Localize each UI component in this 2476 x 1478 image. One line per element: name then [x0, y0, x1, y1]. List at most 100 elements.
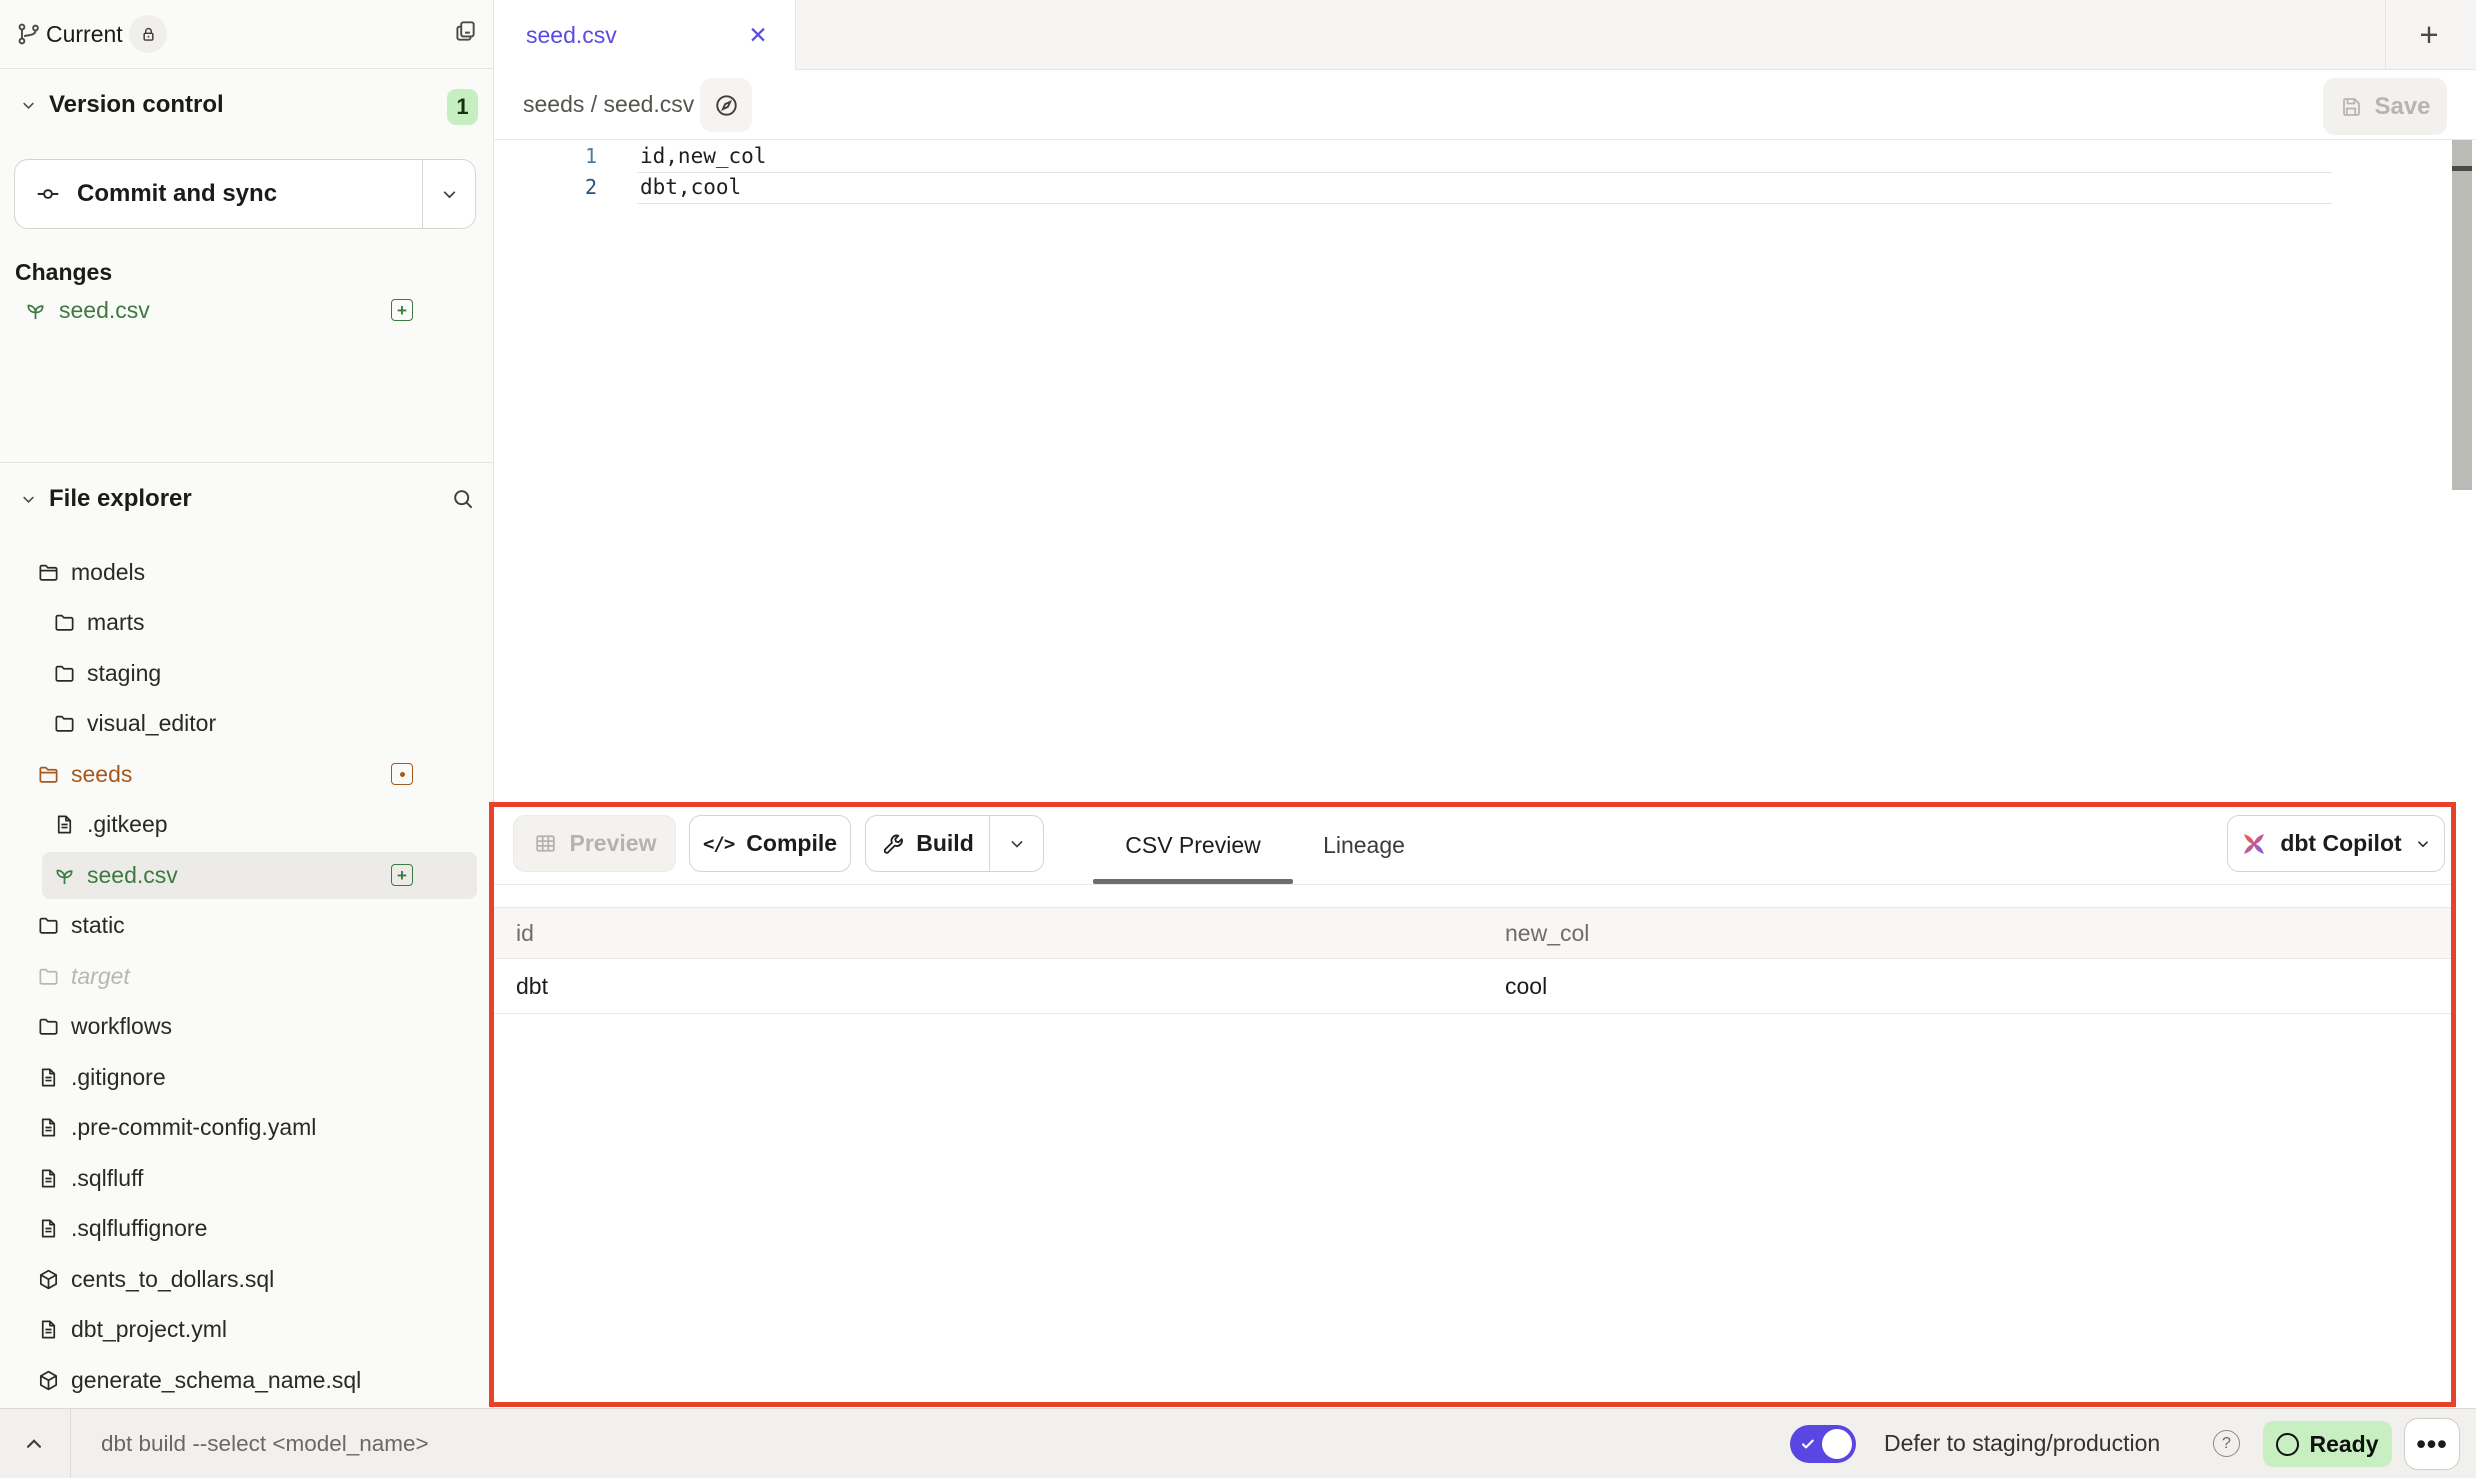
file-tree-item-sqlfluffignore[interactable]: .sqlfluffignore: [0, 1204, 493, 1255]
file-explorer-title: File explorer: [49, 463, 192, 534]
column-header: id: [516, 908, 534, 958]
folder-icon: [37, 1015, 60, 1038]
file-tree-item-workflows[interactable]: workflows: [0, 1002, 493, 1053]
defer-toggle[interactable]: [1790, 1425, 1856, 1463]
chevron-down-icon: [19, 96, 38, 115]
file-tree-item-marts[interactable]: marts: [0, 598, 493, 649]
file-tree-item-dbt-project[interactable]: dbt_project.yml: [0, 1305, 493, 1356]
chevron-down-icon: [439, 184, 460, 205]
search-icon[interactable]: [450, 486, 476, 512]
commit-and-sync-button[interactable]: Commit and sync: [14, 159, 476, 229]
table-icon: [533, 831, 558, 856]
tab-csv-preview[interactable]: CSV Preview: [1093, 807, 1293, 884]
csv-table-row: dbt cool: [494, 959, 2451, 1014]
sidebar: Current Version control 1 Commit and syn…: [0, 0, 494, 1408]
version-control-title: Version control: [49, 69, 224, 140]
commit-and-sync-main[interactable]: Commit and sync: [15, 160, 423, 228]
editor-tab-strip: seed.csv ✕ +: [494, 0, 2476, 70]
version-control-header[interactable]: Version control 1: [0, 69, 493, 140]
tab-label: seed.csv: [526, 0, 617, 70]
tab-lineage[interactable]: Lineage: [1293, 807, 1435, 884]
more-options-button[interactable]: •••: [2404, 1418, 2460, 1470]
command-input-hint[interactable]: dbt build --select <model_name>: [101, 1409, 429, 1478]
commit-and-sync-label: Commit and sync: [77, 180, 277, 208]
model-cube-icon: [37, 1268, 60, 1291]
tab-seed-csv[interactable]: seed.csv ✕: [494, 0, 796, 70]
divider: [2385, 0, 2386, 69]
line-number: 1: [494, 144, 597, 168]
csv-table-header: id new_col: [494, 907, 2451, 959]
check-icon: [1800, 1436, 1816, 1452]
help-icon[interactable]: ?: [2213, 1430, 2240, 1457]
folder-icon: [53, 611, 76, 634]
changes-count-badge: 1: [447, 89, 478, 125]
file-tree-item-seeds[interactable]: seeds: [0, 749, 493, 800]
toggle-knob: [1822, 1429, 1852, 1459]
chevron-up-icon[interactable]: [21, 1431, 47, 1457]
file-icon: [37, 1217, 60, 1240]
folder-icon: [53, 662, 76, 685]
dbt-copilot-button[interactable]: dbt Copilot: [2227, 815, 2445, 872]
bottom-panel: Preview </> Compile Build CSV Preview Li…: [489, 802, 2456, 1407]
seedling-icon: [53, 864, 76, 887]
build-label: Build: [916, 830, 974, 857]
close-tab-icon[interactable]: ✕: [743, 20, 773, 50]
file-tree-item-sqlfluff[interactable]: .sqlfluff: [0, 1153, 493, 1204]
file-tree-item-visual-editor[interactable]: visual_editor: [0, 699, 493, 750]
code-line: 1 id,new_col: [494, 140, 2476, 172]
commit-dropdown-button[interactable]: [423, 160, 475, 228]
file-tree-item-generate-schema-name[interactable]: generate_schema_name.sql: [0, 1355, 493, 1406]
changed-file-label: seed.csv: [59, 297, 150, 324]
save-button[interactable]: Save: [2323, 78, 2447, 135]
scrollbar-marker: [2452, 166, 2472, 171]
divider: [70, 1409, 71, 1478]
file-tree-item-staging[interactable]: staging: [0, 648, 493, 699]
wrench-icon: [881, 832, 905, 856]
line-text: id,new_col: [640, 144, 766, 168]
status-ready-badge[interactable]: Ready: [2263, 1421, 2392, 1467]
folder-open-icon: [37, 561, 60, 584]
file-tree-item-gitignore[interactable]: .gitignore: [0, 1052, 493, 1103]
folder-open-icon: [37, 763, 60, 786]
defer-label: Defer to staging/production: [1884, 1409, 2160, 1478]
file-tree: models marts staging visual_editor seeds: [0, 547, 493, 1406]
format-compass-icon[interactable]: [700, 78, 752, 132]
file-tree-item-cents-to-dollars[interactable]: cents_to_dollars.sql: [0, 1254, 493, 1305]
preview-label: Preview: [570, 830, 657, 857]
table-cell: cool: [1505, 959, 1547, 1013]
line-text: dbt,cool: [640, 175, 741, 199]
file-icon: [37, 1066, 60, 1089]
save-label: Save: [2374, 93, 2430, 121]
file-icon: [37, 1318, 60, 1341]
column-header: new_col: [1505, 908, 1589, 958]
file-explorer-header[interactable]: File explorer: [0, 462, 493, 534]
file-tree-item-seed-csv[interactable]: seed.csv +: [0, 850, 493, 901]
status-bar: dbt build --select <model_name> Defer to…: [0, 1408, 2476, 1478]
file-tree-item-gitkeep[interactable]: .gitkeep: [0, 800, 493, 851]
added-file-icon: +: [391, 299, 413, 321]
build-button[interactable]: Build: [865, 815, 1044, 872]
build-dropdown-button[interactable]: [990, 816, 1043, 871]
new-tab-button[interactable]: +: [2399, 0, 2459, 70]
ready-label: Ready: [2309, 1431, 2378, 1458]
compile-button[interactable]: </> Compile: [689, 815, 851, 872]
branch-header[interactable]: Current: [0, 0, 493, 69]
file-icon: [37, 1116, 60, 1139]
divider: [494, 884, 2451, 885]
chevron-down-icon: [2414, 835, 2432, 853]
build-main[interactable]: Build: [866, 816, 990, 871]
folder-icon: [37, 914, 60, 937]
file-tree-item-target[interactable]: target: [0, 951, 493, 1002]
file-header-row: seeds / seed.csv Save: [494, 70, 2476, 140]
file-tree-item-pre-commit-config[interactable]: .pre-commit-config.yaml: [0, 1103, 493, 1154]
table-cell: dbt: [516, 959, 548, 1013]
line-number: 2: [494, 175, 597, 199]
copy-icon[interactable]: [452, 18, 478, 44]
changed-file-item[interactable]: seed.csv +: [0, 290, 493, 330]
code-editor[interactable]: 1 id,new_col 2 dbt,cool: [494, 140, 2476, 803]
file-tree-item-static[interactable]: static: [0, 901, 493, 952]
editor-scrollbar[interactable]: [2452, 140, 2472, 490]
preview-button[interactable]: Preview: [513, 815, 676, 872]
file-tree-item-models[interactable]: models: [0, 547, 493, 598]
folder-icon: [53, 712, 76, 735]
